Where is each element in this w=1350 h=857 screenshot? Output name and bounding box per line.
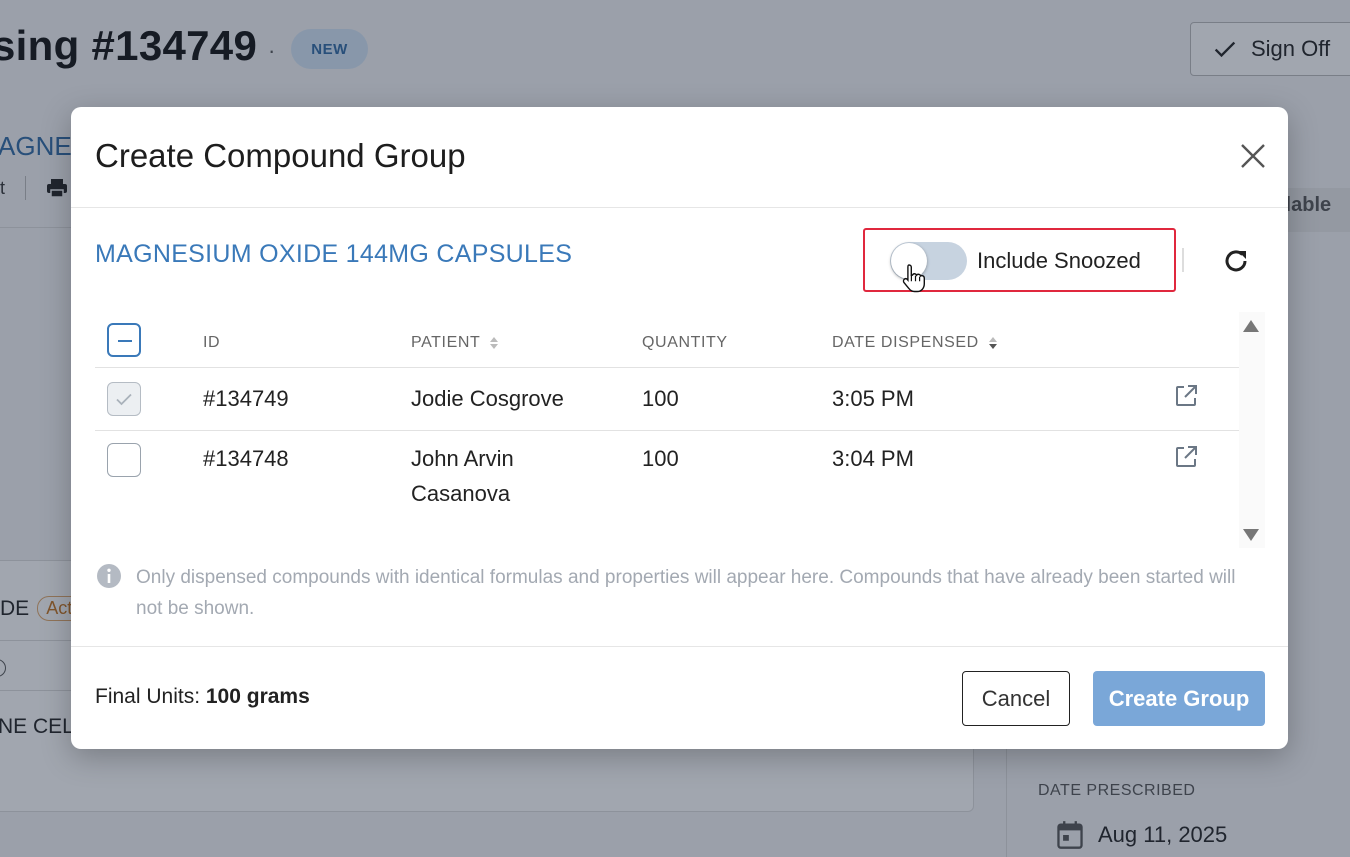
include-snoozed-control: Include Snoozed [863,228,1176,293]
row-checkbox[interactable] [107,443,141,477]
scroll-up-icon[interactable] [1242,319,1260,333]
hand-cursor-icon [902,264,925,293]
table-row: #134748 John Arvin Casanova 100 3:04 PM [95,431,1239,527]
external-link-icon[interactable] [1173,444,1199,470]
check-icon [116,393,132,406]
final-units-label: Final Units: [95,685,206,708]
create-compound-group-dialog: Create Compound Group MAGNESIUM OXIDE 14… [71,107,1288,749]
cell-patient: Jodie Cosgrove [411,386,564,411]
cell-id: #134748 [203,446,289,471]
external-link-icon[interactable] [1173,383,1199,409]
scroll-down-icon[interactable] [1242,528,1260,542]
cell-quantity: 100 [642,386,679,411]
cancel-button[interactable]: Cancel [962,671,1070,726]
cell-id: #134749 [203,386,289,411]
cell-date-dispensed: 3:04 PM [832,446,914,471]
divider [1182,248,1184,272]
create-group-button[interactable]: Create Group [1093,671,1265,726]
info-text: Only dispensed compounds with identical … [136,567,1236,619]
column-header-date-dispensed[interactable]: DATE DISPENSED [832,334,999,352]
sort-icon[interactable] [488,335,500,351]
divider [71,646,1288,647]
compounds-table: ID PATIENT QUANTITY DATE DISPENSED #1347… [95,312,1239,527]
row-checkbox[interactable] [107,382,141,416]
table-header: ID PATIENT QUANTITY DATE DISPENSED [95,312,1239,368]
final-units: Final Units: 100 grams [95,685,310,709]
select-all-checkbox[interactable] [107,323,141,357]
divider [71,207,1288,208]
minus-icon [118,340,132,342]
refresh-icon[interactable] [1222,246,1250,276]
dialog-title: Create Compound Group [95,137,466,174]
cell-patient: John Arvin [411,446,514,471]
drug-name: MAGNESIUM OXIDE 144MG CAPSULES [95,240,573,268]
close-icon[interactable] [1239,142,1267,170]
cell-patient-line2: Casanova [411,481,511,506]
column-header-patient[interactable]: PATIENT [411,334,500,352]
table-scrollbar[interactable] [1239,312,1265,548]
include-snoozed-label: Include Snoozed [977,248,1141,273]
column-header-id: ID [203,334,221,351]
cell-quantity: 100 [642,446,679,471]
cell-date-dispensed: 3:05 PM [832,386,914,411]
column-header-quantity: QUANTITY [642,334,728,351]
final-units-value: 100 grams [205,685,310,708]
sort-icon[interactable] [987,335,999,351]
table-row: #134749 Jodie Cosgrove 100 3:05 PM [95,368,1239,431]
